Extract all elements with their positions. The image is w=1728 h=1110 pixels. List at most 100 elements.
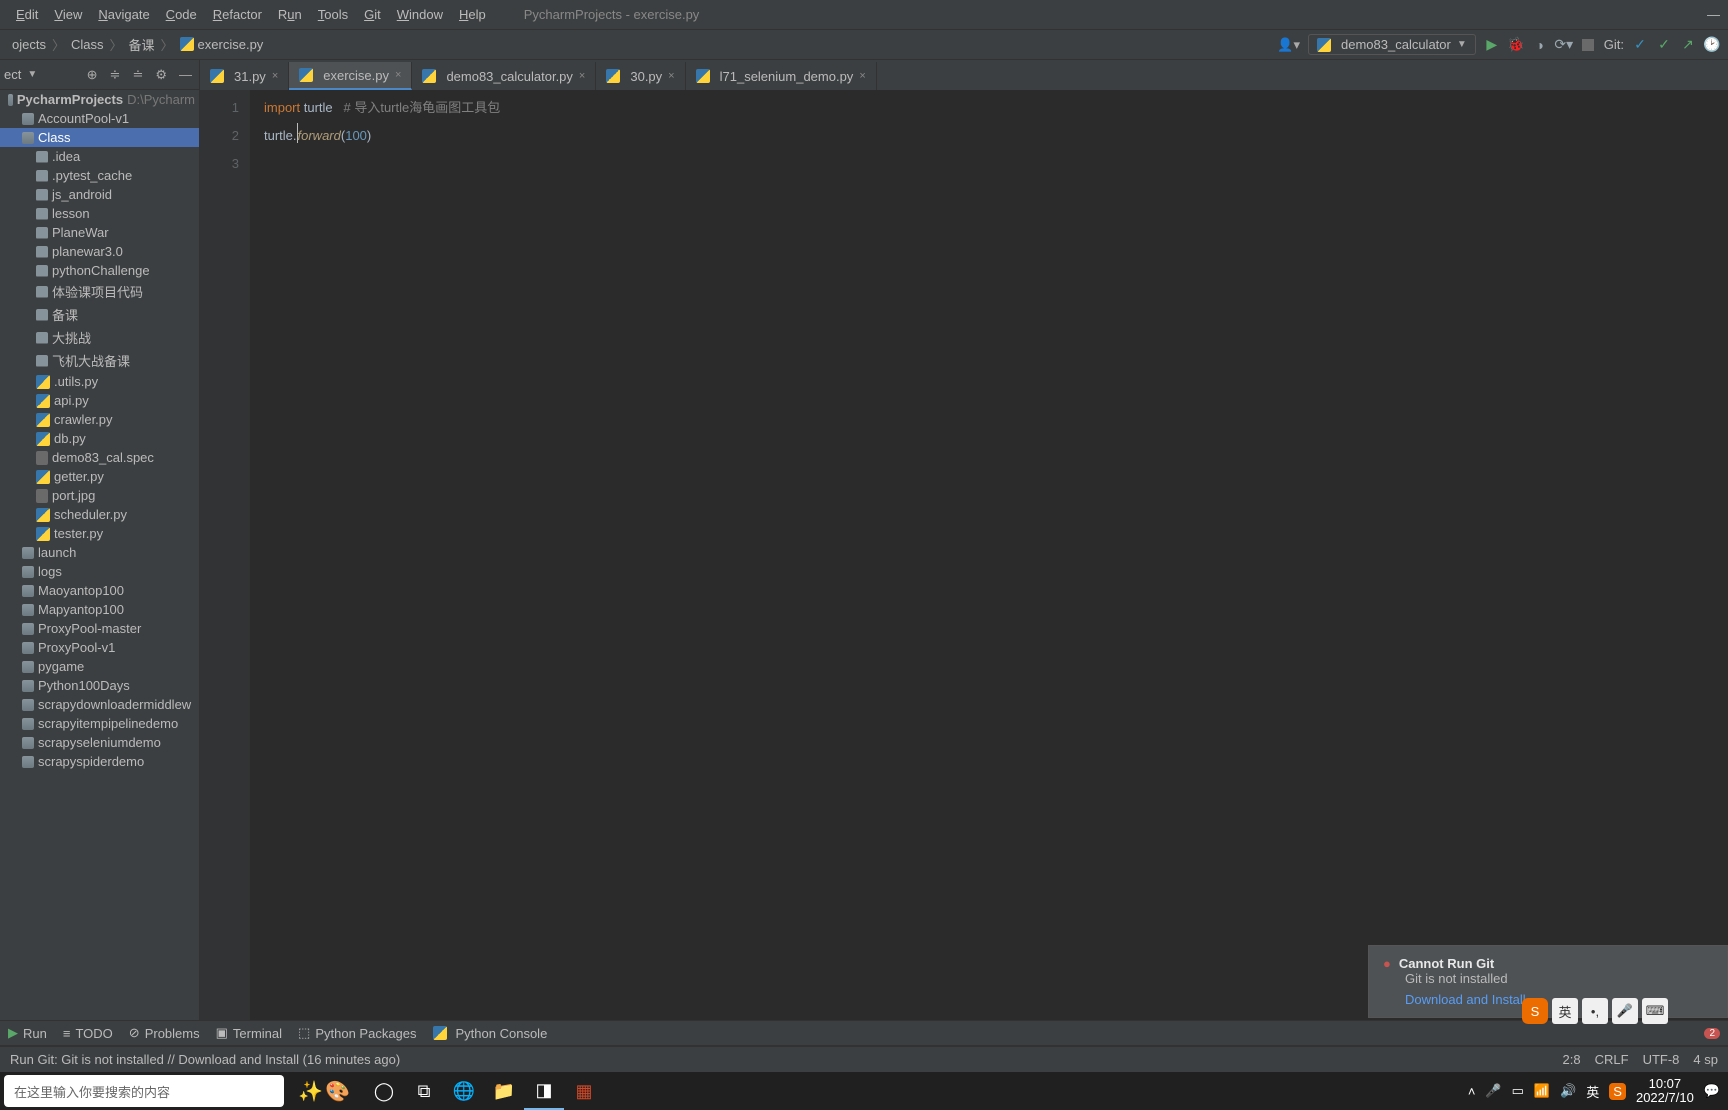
source[interactable]: import turtle # 导入turtle海龟画图工具包 turtle.f… [250, 90, 1728, 1020]
stop-icon[interactable] [1580, 37, 1596, 53]
gear-icon[interactable]: ⚙ [152, 67, 170, 83]
tree-item[interactable]: 大挑战 [0, 326, 199, 349]
tree-item[interactable]: scheduler.py [0, 505, 199, 524]
file-encoding[interactable]: UTF-8 [1643, 1052, 1680, 1067]
tray-wifi-icon[interactable]: 📶 [1534, 1083, 1550, 1099]
tree-item[interactable]: PlaneWar [0, 223, 199, 242]
tree-item[interactable]: api.py [0, 391, 199, 410]
explorer-icon[interactable]: 📁 [484, 1072, 524, 1110]
profile-icon[interactable]: ⟳▾ [1556, 37, 1572, 53]
crumb-file[interactable]: exercise.py [176, 37, 268, 52]
edge-icon[interactable]: 🌐 [444, 1072, 484, 1110]
todo-tool[interactable]: ≡ TODO [63, 1026, 113, 1041]
hide-icon[interactable]: — [176, 67, 195, 82]
tree-item[interactable]: ProxyPool-master [0, 619, 199, 638]
tree-item[interactable]: launch [0, 543, 199, 562]
tree-item[interactable]: .utils.py [0, 372, 199, 391]
tree-item[interactable]: js_android [0, 185, 199, 204]
tree-item[interactable]: db.py [0, 429, 199, 448]
run-tool[interactable]: ▶Run [8, 1025, 47, 1041]
tree-item[interactable]: scrapyspiderdemo [0, 752, 199, 771]
git-update-icon[interactable]: ✓ [1632, 37, 1648, 53]
ime-lang[interactable]: 英 [1552, 998, 1578, 1024]
tree-item[interactable]: 飞机大战备课 [0, 349, 199, 372]
chevron-down-icon[interactable]: ▼ [27, 69, 37, 80]
ime-keyboard-icon[interactable]: ⌨ [1642, 998, 1668, 1024]
tree-item[interactable]: crawler.py [0, 410, 199, 429]
editor-tab[interactable]: l71_selenium_demo.py× [686, 62, 877, 90]
tree-item[interactable]: Mapyantop100 [0, 600, 199, 619]
close-icon[interactable]: × [272, 70, 278, 82]
editor-tab[interactable]: exercise.py× [289, 62, 412, 90]
console-tool[interactable]: Python Console [433, 1026, 548, 1041]
tray-sogou-icon[interactable]: S [1609, 1083, 1626, 1100]
tree-item[interactable]: planewar3.0 [0, 242, 199, 261]
menu-run[interactable]: Run [270, 7, 310, 22]
close-icon[interactable]: × [859, 70, 865, 82]
project-tree[interactable]: PycharmProjects D:\PycharmAccountPool-v1… [0, 90, 199, 1020]
tree-item[interactable]: 备课 [0, 303, 199, 326]
locate-icon[interactable]: ⊕ [84, 67, 101, 83]
ime-punct[interactable]: •, [1582, 998, 1608, 1024]
menu-view[interactable]: View [46, 7, 90, 22]
menu-help[interactable]: Help [451, 7, 494, 22]
task-view-icon[interactable]: ◯ [364, 1072, 404, 1110]
notification-center-icon[interactable]: 💬 [1704, 1083, 1720, 1099]
menu-window[interactable]: Window [389, 7, 451, 22]
tree-item[interactable]: ProxyPool-v1 [0, 638, 199, 657]
tree-item[interactable]: scrapyseleniumdemo [0, 733, 199, 752]
menu-edit[interactable]: EEditdit [8, 7, 46, 22]
minimize-icon[interactable]: — [1707, 7, 1720, 22]
menu-code[interactable]: Code [158, 7, 205, 22]
close-icon[interactable]: × [579, 70, 585, 82]
tray-battery-icon[interactable]: ▭ [1512, 1083, 1524, 1099]
tree-item[interactable]: logs [0, 562, 199, 581]
close-icon[interactable]: × [395, 69, 401, 81]
tree-item[interactable]: getter.py [0, 467, 199, 486]
pycharm-icon[interactable]: ◨ [524, 1072, 564, 1110]
tree-item[interactable]: demo83_cal.spec [0, 448, 199, 467]
editor-tab[interactable]: 31.py× [200, 62, 289, 90]
tray-volume-icon[interactable]: 🔊 [1560, 1083, 1576, 1099]
tree-item[interactable]: tester.py [0, 524, 199, 543]
cortana-assist[interactable]: ✨🎨 [284, 1079, 364, 1104]
indent-setting[interactable]: 4 sp [1693, 1052, 1718, 1067]
menu-refactor[interactable]: Refactor [205, 7, 270, 22]
terminal-tool[interactable]: ▣ Terminal [216, 1025, 282, 1041]
tree-item[interactable]: Maoyantop100 [0, 581, 199, 600]
notif-link[interactable]: Download and Install [1405, 992, 1526, 1007]
git-push-icon[interactable]: ↗ [1680, 37, 1696, 53]
crumb-2[interactable]: 备课 [125, 35, 159, 54]
tree-item[interactable]: scrapydownloadermiddlew [0, 695, 199, 714]
expand-icon[interactable]: ≑ [107, 67, 124, 83]
editor-tab[interactable]: 30.py× [596, 62, 685, 90]
run-config-selector[interactable]: demo83_calculator ▼ [1308, 34, 1476, 55]
tray-mic-icon[interactable]: 🎤 [1485, 1083, 1501, 1099]
tree-item[interactable]: Class [0, 128, 199, 147]
tray-ime[interactable]: 英 [1586, 1082, 1599, 1101]
tree-item[interactable]: .pytest_cache [0, 166, 199, 185]
caret-position[interactable]: 2:8 [1563, 1052, 1581, 1067]
user-icon[interactable]: 👤▾ [1277, 37, 1300, 53]
git-history-icon[interactable]: 🕑 [1704, 37, 1720, 53]
tree-item[interactable]: AccountPool-v1 [0, 109, 199, 128]
tree-item[interactable]: pygame [0, 657, 199, 676]
tree-item[interactable]: scrapyitempipelinedemo [0, 714, 199, 733]
editor-tab[interactable]: demo83_calculator.py× [412, 62, 596, 90]
close-icon[interactable]: × [668, 70, 674, 82]
crumb-1[interactable]: Class [67, 37, 108, 52]
crumb-root[interactable]: ojects [8, 37, 50, 52]
sogou-icon[interactable]: S [1522, 998, 1548, 1024]
debug-icon[interactable]: 🐞 [1508, 37, 1524, 53]
tree-item[interactable]: 体验课项目代码 [0, 280, 199, 303]
tree-item[interactable]: Python100Days [0, 676, 199, 695]
menu-navigate[interactable]: Navigate [90, 7, 157, 22]
coverage-icon[interactable]: ◑ [1532, 37, 1548, 53]
git-commit-icon[interactable]: ✓ [1656, 37, 1672, 53]
ime-mic-icon[interactable]: 🎤 [1612, 998, 1638, 1024]
tree-item[interactable]: PycharmProjects D:\Pycharm [0, 90, 199, 109]
tree-item[interactable]: port.jpg [0, 486, 199, 505]
taskbar-clock[interactable]: 10:07 2022/7/10 [1636, 1077, 1694, 1105]
collapse-icon[interactable]: ≐ [129, 67, 146, 83]
line-separator[interactable]: CRLF [1595, 1052, 1629, 1067]
